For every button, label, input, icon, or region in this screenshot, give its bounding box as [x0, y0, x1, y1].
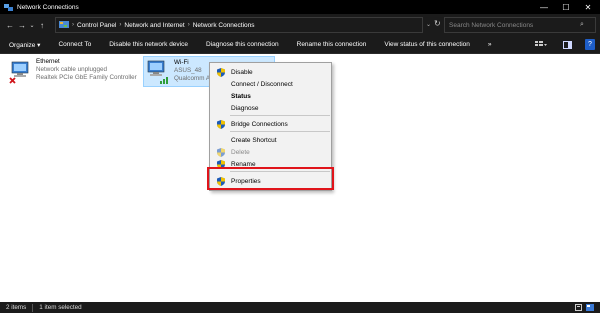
- back-arrow-icon: ←: [6, 20, 14, 30]
- search-icon: ⌕: [580, 21, 584, 28]
- title-bar: Network Connections: [0, 0, 600, 14]
- back-button[interactable]: ←: [4, 18, 16, 32]
- menu-item-delete[interactable]: Delete: [210, 146, 333, 158]
- forward-arrow-icon: →: [18, 20, 26, 30]
- maximize-icon: ☐: [562, 2, 570, 12]
- menu-item-connect-disconnect[interactable]: Connect / Disconnect: [210, 78, 333, 90]
- rename-button[interactable]: Rename this connection: [288, 41, 376, 48]
- menu-label: Disable: [231, 68, 253, 76]
- forward-button[interactable]: →: [16, 18, 28, 32]
- recent-locations-button[interactable]: ⌄: [28, 18, 36, 32]
- help-button[interactable]: ?: [585, 39, 595, 50]
- item-count: 2 items: [6, 304, 27, 311]
- menu-item-status[interactable]: Status: [210, 90, 333, 102]
- adapter-ethernet[interactable]: Ethernet Network cable unplugged Realtek…: [8, 58, 137, 86]
- disable-device-button[interactable]: Disable this network device: [100, 41, 197, 48]
- breadcrumb-network-and-internet[interactable]: Network and Internet: [124, 22, 184, 29]
- breadcrumb-separator-icon: ›: [187, 22, 190, 28]
- breadcrumb-control-panel[interactable]: Control Panel: [77, 22, 116, 29]
- adapter-name: Ethernet: [36, 58, 60, 65]
- adapter-status: Network cable unplugged: [36, 66, 108, 73]
- breadcrumb-separator-icon: ›: [72, 22, 74, 28]
- menu-item-bridge-connections[interactable]: Bridge Connections: [210, 118, 333, 130]
- details-view-button[interactable]: [575, 304, 582, 311]
- search-box[interactable]: ⌕: [444, 17, 596, 33]
- uac-shield-icon: [217, 68, 225, 77]
- menu-label: Connect / Disconnect: [231, 80, 293, 88]
- network-connections-app-icon: [4, 3, 13, 11]
- minimize-button[interactable]: —: [536, 0, 552, 14]
- command-bar: Organize ▾ Connect To Disable this netwo…: [0, 36, 600, 54]
- refresh-icon[interactable]: ↻: [434, 19, 441, 28]
- up-arrow-icon: ↑: [40, 20, 44, 30]
- ethernet-adapter-icon: [8, 58, 32, 86]
- adapter-name: Wi-Fi: [174, 59, 189, 66]
- adapter-device: Realtek PCIe GbE Family Controller: [36, 74, 137, 81]
- wifi-adapter-icon: [146, 59, 170, 87]
- close-icon: ✕: [584, 2, 592, 12]
- chevron-down-icon: ⌄: [29, 22, 35, 29]
- preview-pane-icon: [568, 42, 571, 48]
- search-input[interactable]: [445, 21, 580, 29]
- menu-label: Bridge Connections: [231, 120, 288, 128]
- large-icons-view-button[interactable]: [586, 304, 594, 311]
- properties-highlight-box: [207, 167, 334, 190]
- more-commands-button[interactable]: »: [479, 41, 501, 48]
- breadcrumb-network-connections[interactable]: Network Connections: [193, 22, 255, 29]
- view-options-icon: [535, 41, 547, 46]
- menu-label: Status: [231, 92, 251, 100]
- view-status-button[interactable]: View status of this connection: [375, 41, 479, 48]
- adapter-device: Qualcomm At: [174, 75, 212, 82]
- close-button[interactable]: ✕: [580, 0, 596, 14]
- window-title: Network Connections: [17, 3, 79, 11]
- address-bar: ← → ⌄ ↑ › Control Panel › Network and In…: [0, 14, 600, 36]
- menu-item-create-shortcut[interactable]: Create Shortcut: [210, 134, 333, 146]
- maximize-button[interactable]: ☐: [558, 0, 574, 14]
- diagnose-button[interactable]: Diagnose this connection: [197, 41, 288, 48]
- connect-to-button[interactable]: Connect To: [49, 41, 100, 48]
- large-icons-view-icon: [587, 305, 590, 307]
- menu-item-diagnose[interactable]: Diagnose: [210, 102, 333, 114]
- breadcrumb-separator-icon: ›: [119, 22, 122, 28]
- help-icon: ?: [588, 41, 592, 48]
- adapter-status: ASUS_48: [174, 67, 202, 74]
- uac-shield-icon: [217, 120, 225, 129]
- details-view-icon: [577, 306, 580, 307]
- preview-pane-button[interactable]: [563, 41, 572, 49]
- menu-label: Delete: [231, 148, 250, 156]
- uac-shield-icon: [217, 148, 225, 157]
- selection-count: 1 item selected: [39, 304, 82, 311]
- menu-label: Diagnose: [231, 104, 259, 112]
- address-dropdown-icon[interactable]: ⌄: [426, 21, 431, 28]
- menu-separator: [230, 131, 330, 132]
- menu-label: Create Shortcut: [231, 136, 277, 144]
- control-panel-icon: [59, 20, 69, 28]
- status-bar: 2 items 1 item selected: [0, 302, 600, 313]
- menu-item-disable[interactable]: Disable: [210, 66, 333, 78]
- up-button[interactable]: ↑: [36, 18, 48, 32]
- menu-separator: [230, 115, 330, 116]
- minimize-icon: —: [540, 2, 548, 12]
- breadcrumb[interactable]: › Control Panel › Network and Internet ›…: [55, 17, 423, 33]
- change-view-button[interactable]: [535, 41, 547, 49]
- organize-menu[interactable]: Organize ▾: [0, 41, 49, 49]
